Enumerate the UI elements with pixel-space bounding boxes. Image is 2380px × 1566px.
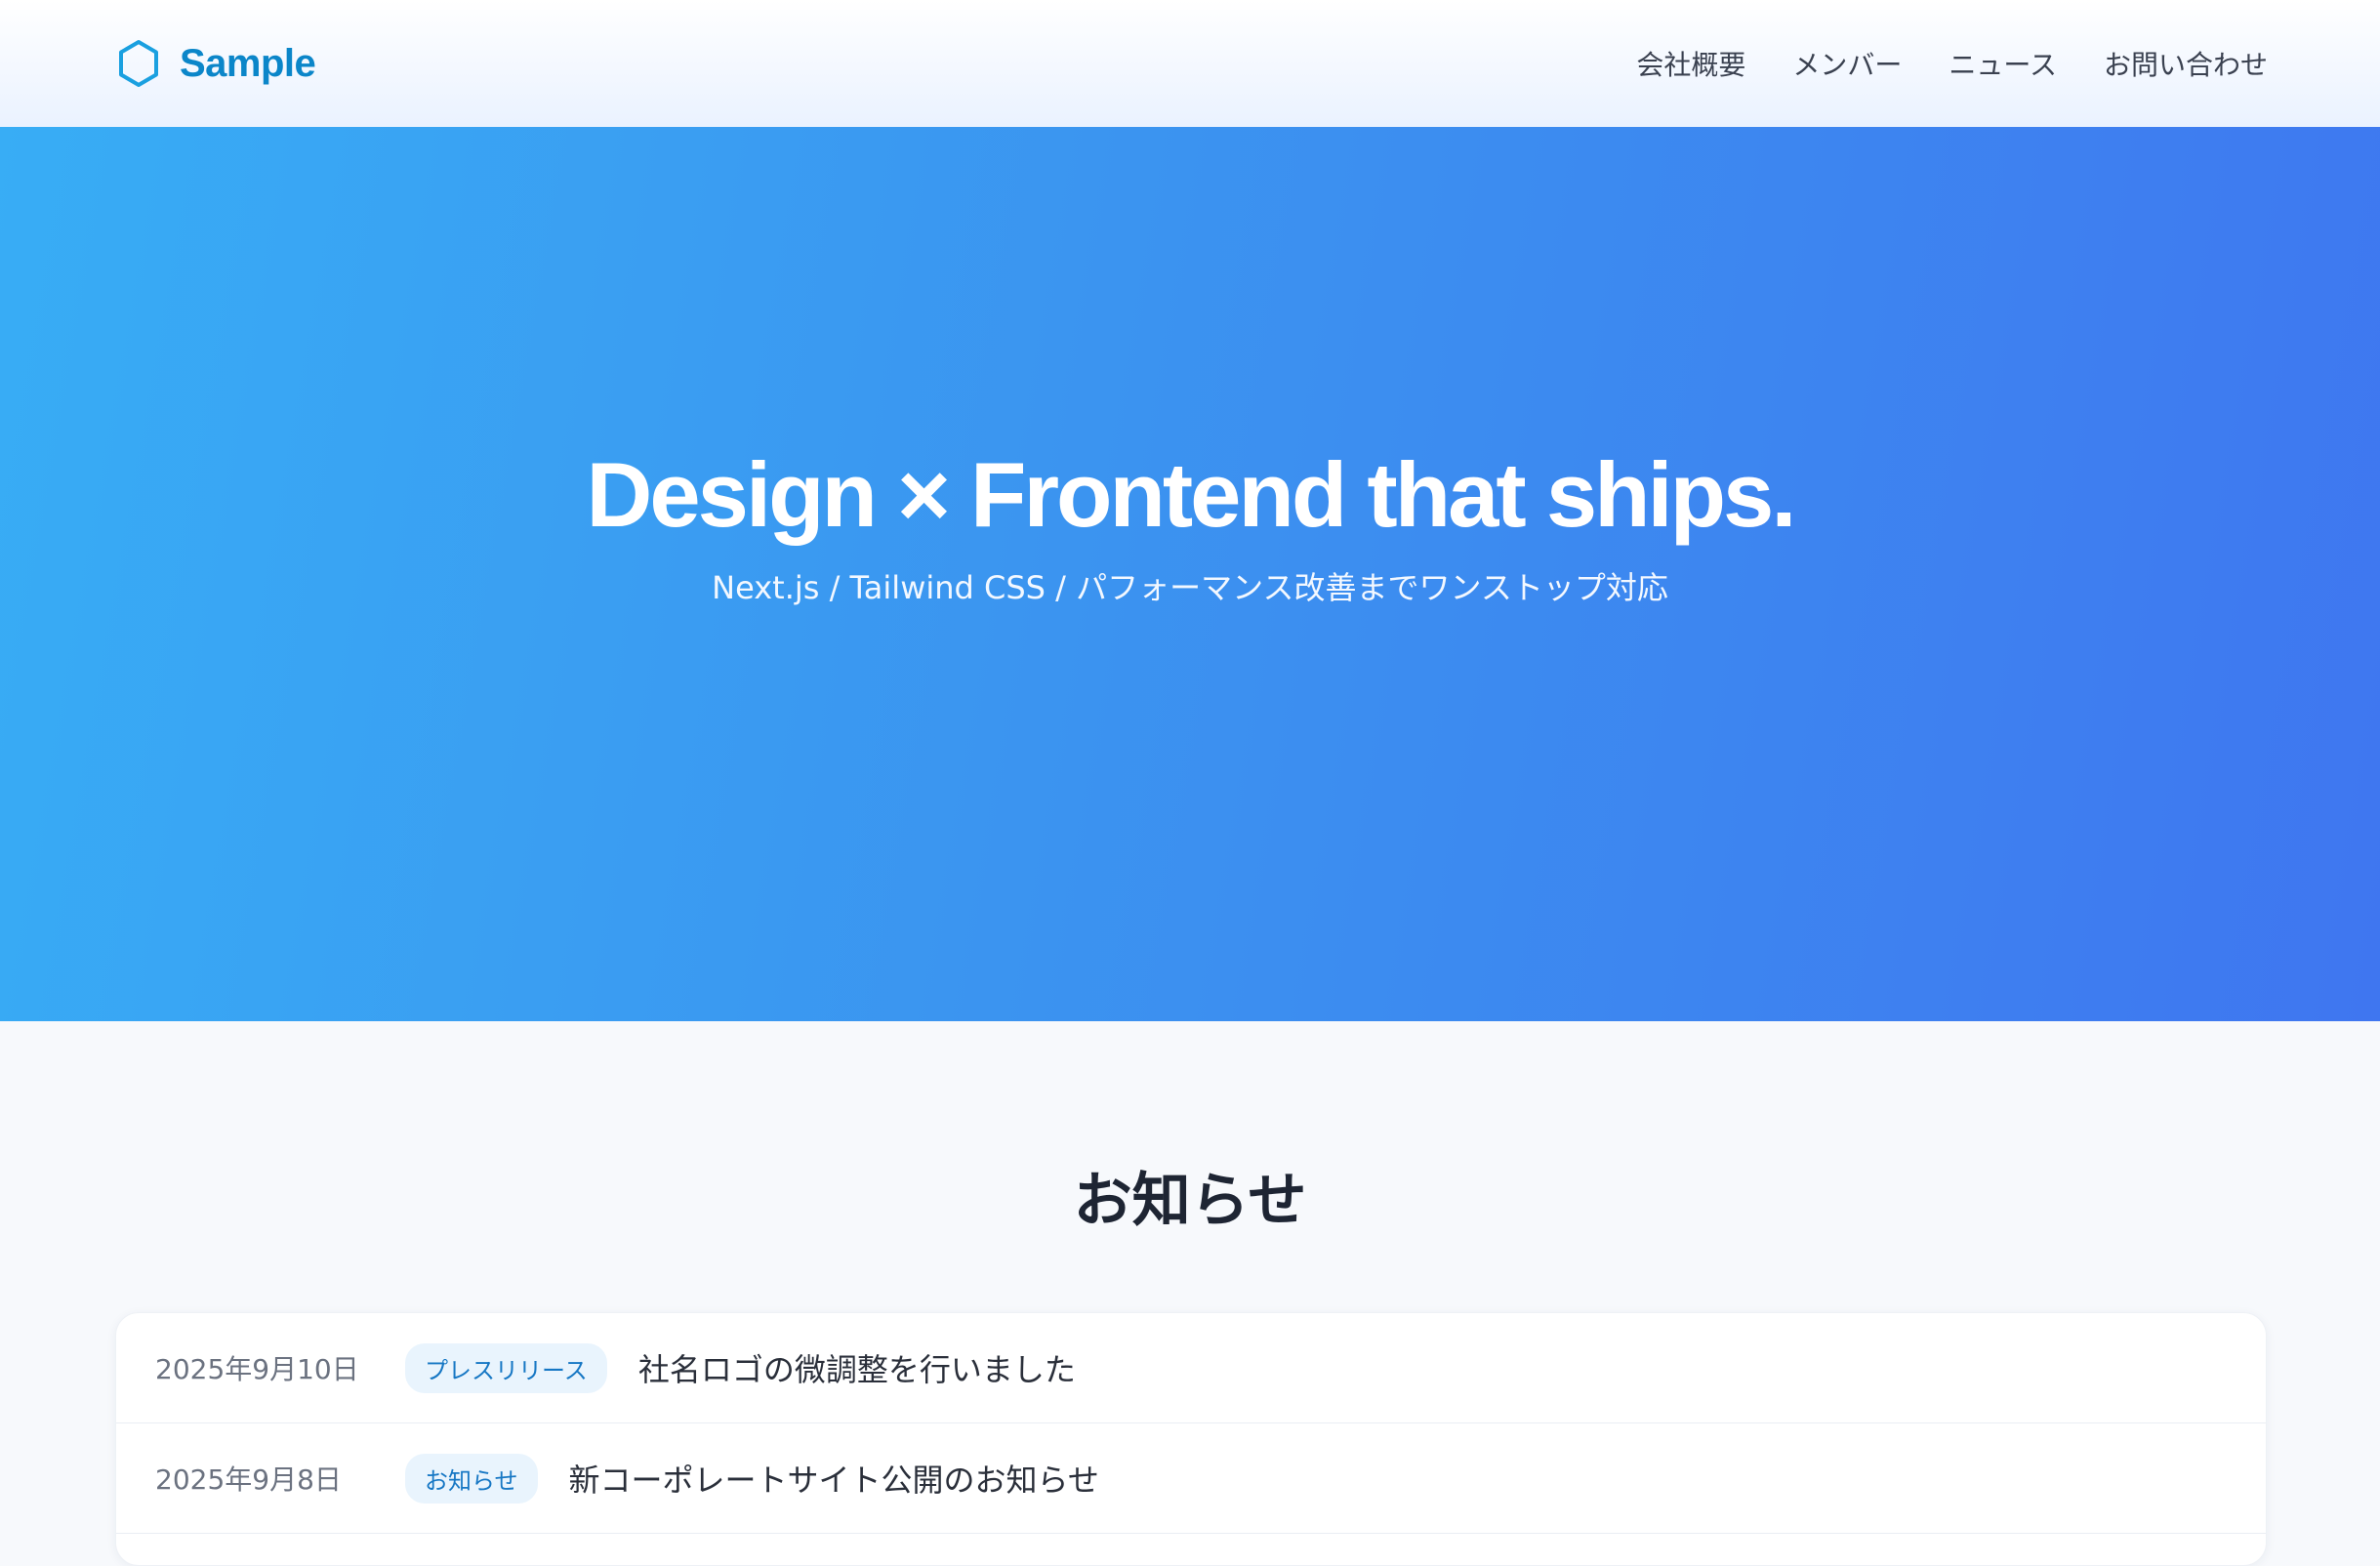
logo-link[interactable]: Sample: [117, 39, 316, 88]
news-category-badge: お知らせ: [405, 1453, 538, 1504]
logo-text: Sample: [180, 41, 316, 85]
main-nav: 会社概要 メンバー ニュース お問い合わせ: [1636, 44, 2268, 83]
news-title-link[interactable]: 社名ロゴの微調整を行いました: [638, 1345, 1076, 1390]
nav-item-news[interactable]: ニュース: [1949, 44, 2057, 83]
news-heading: お知らせ: [1073, 1167, 1307, 1235]
news-item[interactable]: 2025年9月8日 お知らせ 新コーポレートサイト公開のお知らせ: [116, 1423, 2266, 1534]
nav-item-company[interactable]: 会社概要: [1636, 44, 1745, 83]
news-item[interactable]: 2025年9月10日 プレスリリース 社名ロゴの微調整を行いました: [116, 1313, 2266, 1423]
hero-title: Design × Frontend that ships.: [586, 443, 1797, 546]
news-date: 2025年9月8日: [155, 1463, 342, 1496]
news-category-badge: プレスリリース: [405, 1342, 607, 1393]
hero-section: Design × Frontend that ships. Next.js / …: [0, 127, 2380, 1021]
nav-item-contact[interactable]: お問い合わせ: [2104, 44, 2268, 83]
news-list: 2025年9月10日 プレスリリース 社名ロゴの微調整を行いました 2025年9…: [115, 1312, 2267, 1566]
site-header: Sample 会社概要 メンバー ニュース お問い合わせ: [0, 0, 2380, 127]
news-date: 2025年9月10日: [155, 1353, 359, 1385]
hexagon-icon: [119, 40, 158, 87]
nav-item-members[interactable]: メンバー: [1792, 44, 1902, 83]
hero-subtitle: Next.js / Tailwind CSS / パフォーマンス改善までワンスト…: [712, 569, 1668, 606]
news-title-link[interactable]: 新コーポレートサイト公開のお知らせ: [569, 1456, 1099, 1501]
